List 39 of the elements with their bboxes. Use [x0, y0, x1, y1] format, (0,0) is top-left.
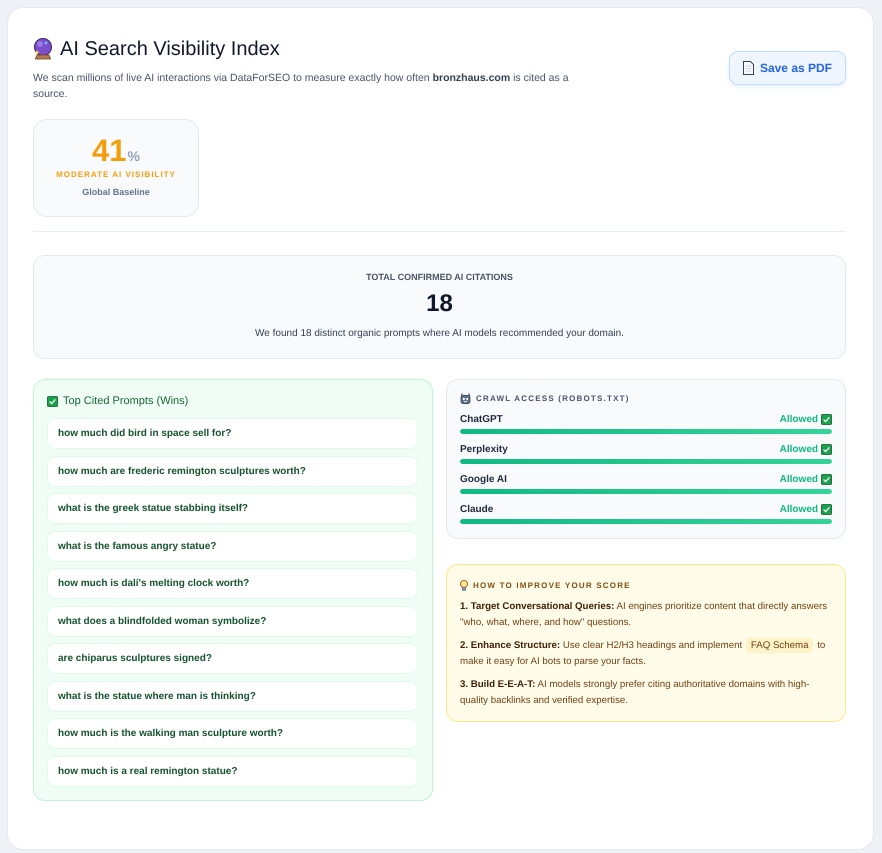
tip-text: 3. Build E-E-A-T: AI models strongly prefer citing authoritative domains with high-quality backlinks and verified expertise. — [460, 678, 810, 708]
tip-text: 2. Enhance Structure: Use clear H2/H3 headings and implement FAQ Schema to make it easy for AI bots to parse your facts. — [460, 638, 826, 669]
score-unit: % — [128, 148, 140, 164]
prompt-item: how much are frederic remington sculptures worth? — [47, 456, 418, 486]
page-description: We scan millions of live AI interactions via DataForSEO to measure exactly how often bronzhaus.com is cited as a source. — [33, 71, 570, 102]
crawler-name: Google AI — [460, 474, 507, 484]
tip-text: 1. Target Conversational Queries: AI engines prioritize content that directly answers "who, what, where, and how" questions. — [460, 600, 828, 630]
access-status: Allowed — [780, 444, 818, 454]
access-status: Allowed — [780, 414, 818, 424]
prompt-item: are chiparus sculptures signed? — [47, 643, 418, 674]
score-caption: Global Baseline — [82, 187, 150, 197]
crawler-name: Perplexity — [460, 444, 508, 454]
score-label: MODERATE AI VISIBILITY — [56, 170, 176, 179]
access-status: Allowed — [780, 474, 818, 484]
prompt-item: what is the greek statue stabbing itself? — [47, 493, 418, 524]
crawl-access-title: CRAWL ACCESS (ROBOTS.TXT) — [476, 394, 630, 402]
tips-title: HOW TO IMPROVE YOUR SCORE — [473, 580, 631, 590]
prompt-item: what is the famous angry statue? — [47, 530, 418, 562]
prompts-title: Top Cited Prompts (Wins) — [63, 395, 188, 407]
page-title: AI Search Visibility Index — [60, 38, 280, 60]
check-icon — [47, 396, 58, 406]
lightbulb-icon — [460, 580, 468, 590]
document-icon — [742, 61, 754, 75]
score-value: 41 — [92, 134, 127, 168]
crawler-name: ChatGPT — [460, 414, 503, 424]
prompt-item: how much did bird in space sell for? — [47, 418, 418, 449]
prompt-item: what does a blindfolded woman symbolize? — [47, 606, 418, 636]
prompt-item: how much is the walking man sculpture worth? — [47, 718, 418, 749]
prompt-item: how much is a real remington statue? — [47, 756, 418, 786]
crystal-ball-icon — [33, 38, 53, 60]
prompt-item: what is the statue where man is thinking? — [47, 680, 418, 712]
prompt-item: how much is dalí's melting clock worth? — [47, 568, 418, 599]
citations-count: 18 — [426, 290, 453, 318]
crawler-name: Claude — [460, 504, 494, 514]
save-pdf-button[interactable]: Save as PDF — [728, 51, 846, 85]
citations-description: We found 18 distinct organic prompts where AI models recommended your domain. — [255, 327, 624, 341]
access-status: Allowed — [780, 504, 818, 514]
robot-icon — [460, 392, 471, 404]
citations-label: TOTAL CONFIRMED AI CITATIONS — [366, 271, 513, 283]
